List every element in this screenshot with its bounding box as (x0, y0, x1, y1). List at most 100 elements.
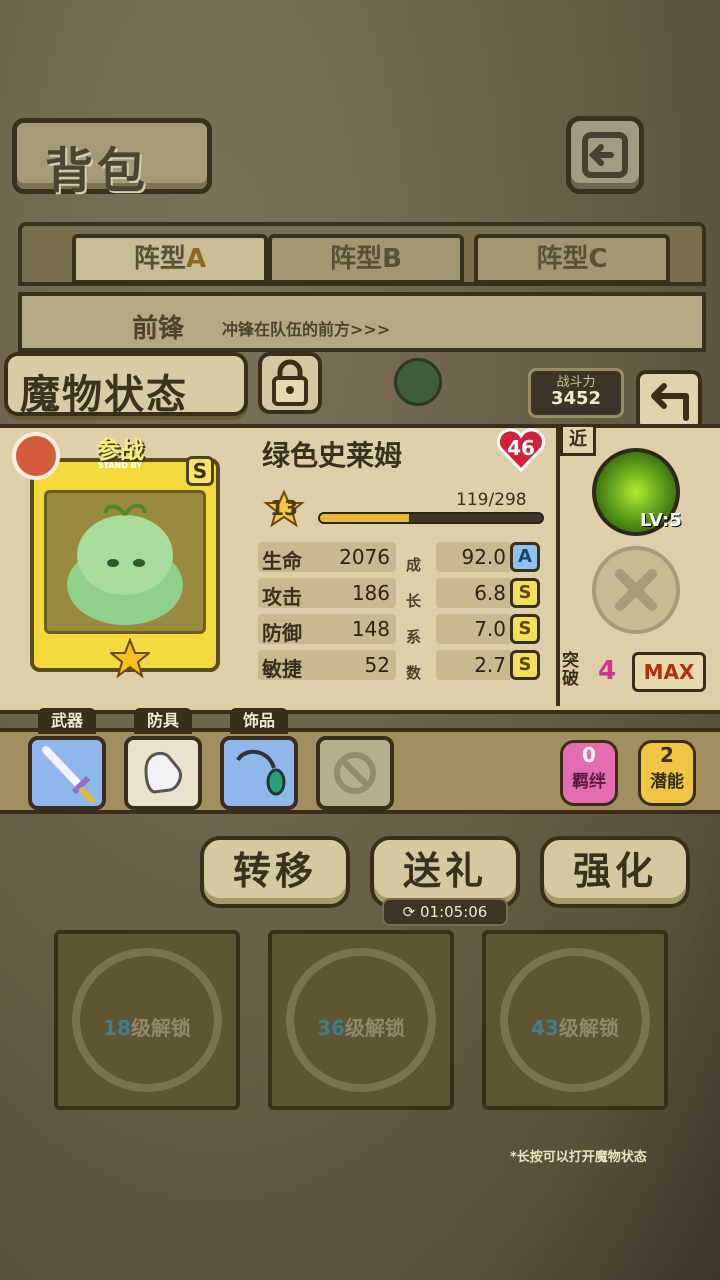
stat-value: 148 (351, 617, 390, 641)
exp-bar (318, 512, 544, 524)
unlock-label: 级解锁 (130, 1016, 191, 1040)
rank-badge: S (186, 456, 214, 486)
range-badge: 近 (560, 424, 596, 456)
lock-icon (272, 359, 308, 406)
stat-value: 52 (364, 653, 390, 677)
weapon-slot[interactable] (28, 736, 106, 810)
locked-slot: 18级解锁 (54, 930, 240, 1110)
unlock-text: 43级解锁 (486, 1012, 664, 1041)
growth-grade: S (510, 650, 540, 680)
growth-label-char: 数 (406, 664, 422, 682)
bond-button[interactable]: 0 羁绊 (560, 740, 618, 806)
locked-slot: 36级解锁 (268, 930, 454, 1110)
back-arrow-icon (582, 132, 628, 178)
tab-formation-b[interactable]: 阵型B (268, 234, 464, 284)
tab-label: 阵型 (330, 244, 383, 274)
gift-timer: ⟳ 01:05:06 (382, 898, 508, 926)
bond-count: 0 (582, 743, 596, 767)
potential-label: 潜能 (650, 772, 684, 792)
combat-power-value: 3452 (550, 388, 602, 409)
vanguard-icon (12, 432, 60, 480)
growth-value: 7.0 (474, 617, 506, 641)
stat-box: 敏捷 52 (258, 650, 396, 681)
potential-count: 2 (660, 743, 674, 767)
growth-label-char: 长 (406, 592, 422, 610)
tab-letter: A (185, 244, 207, 274)
tab-formation-c[interactable]: 阵型C (474, 234, 670, 284)
stat-value: 2076 (339, 545, 390, 569)
growth-value: 92.0 (461, 545, 506, 569)
unlock-text: 18级解锁 (58, 1012, 236, 1041)
slime-icon (67, 503, 183, 625)
tab-letter: C (588, 244, 608, 274)
unlock-label: 级解锁 (558, 1016, 619, 1040)
locked-slot: 43级解锁 (482, 930, 668, 1110)
combat-power: 战斗力 3452 (528, 368, 624, 418)
page-title: 背包 (45, 143, 150, 199)
growth-grade: S (510, 614, 540, 644)
growth-label-char: 成 (406, 556, 422, 574)
accessory-slot[interactable] (220, 736, 298, 810)
transfer-button[interactable]: 转移 (200, 836, 350, 908)
level-badge: 13 (262, 489, 306, 528)
standby-label: 参战 (96, 436, 144, 464)
stat-key: 生命 (262, 549, 302, 573)
standby-badge: 参战 STAND BY (70, 430, 170, 470)
growth-value: 6.8 (474, 581, 506, 605)
position-desc: 冲锋在队伍的前方>>> (222, 320, 391, 339)
enhance-button[interactable]: 强化 (540, 836, 690, 908)
stat-value: 186 (351, 581, 390, 605)
level-value: 13 (270, 496, 298, 520)
stat-key: 敏捷 (262, 657, 302, 681)
unlock-level: 43 (531, 1016, 559, 1040)
unlock-text: 36级解锁 (272, 1012, 450, 1041)
monster-card[interactable] (30, 458, 220, 678)
locked-equipment-slot (316, 736, 394, 810)
long-press-hint: *长按可以打开魔物状态 (510, 1150, 647, 1165)
stat-box: 攻击 186 (258, 578, 396, 609)
unlock-level: 36 (317, 1016, 345, 1040)
position-title: 前锋 (132, 314, 185, 344)
max-button[interactable]: MAX (632, 652, 706, 692)
heart-level: 46 (507, 436, 535, 460)
star-icon (110, 638, 150, 678)
position-banner: 前锋 冲锋在队伍的前方>>> (18, 292, 706, 352)
unlock-label: 级解锁 (344, 1016, 405, 1040)
stat-box: 防御 148 (258, 614, 396, 645)
return-arrow-icon (651, 383, 689, 421)
armor-slot[interactable] (124, 736, 202, 810)
stat-key: 攻击 (262, 585, 302, 609)
monster-status-title: 魔物状态 (4, 352, 248, 418)
page-title-plate: 背包 (12, 118, 212, 199)
tab-letter: B (382, 244, 402, 274)
growth-box: 6.8 (436, 578, 512, 608)
tab-label: 阵型 (536, 244, 589, 274)
stat-box: 生命 2076 (258, 542, 396, 573)
affinity-heart: 46 (496, 428, 546, 473)
refresh-icon: ⟳ (402, 903, 420, 921)
accessory-label: 饰品 (230, 708, 288, 734)
weapon-label: 武器 (38, 708, 96, 734)
leaf-icon[interactable] (394, 358, 442, 406)
empty-skill-slot[interactable] (592, 546, 680, 634)
lock-button[interactable] (258, 352, 322, 414)
growth-box: 2.7 (436, 650, 512, 680)
exp-text: 119/298 (456, 490, 527, 510)
growth-box: 7.0 (436, 614, 512, 644)
tab-formation-a[interactable]: 阵型A (72, 234, 268, 284)
potential-button[interactable]: 2 潜能 (638, 740, 696, 806)
growth-box: 92.0 (436, 542, 512, 572)
tab-label: 阵型 (133, 244, 186, 274)
status-title-text: 魔物状态 (20, 372, 188, 418)
growth-label-char: 系 (406, 628, 422, 646)
monster-portrait (44, 490, 206, 634)
armor-label: 防具 (134, 708, 192, 734)
return-button[interactable] (636, 370, 702, 432)
back-button[interactable] (566, 116, 644, 194)
skill-level: LV:5 (640, 510, 682, 531)
necklace-icon (236, 749, 286, 796)
bond-label: 羁绊 (572, 772, 606, 792)
monster-name: 绿色史莱姆 (262, 439, 403, 472)
glove-icon (144, 751, 182, 794)
exp-fill (320, 514, 409, 522)
